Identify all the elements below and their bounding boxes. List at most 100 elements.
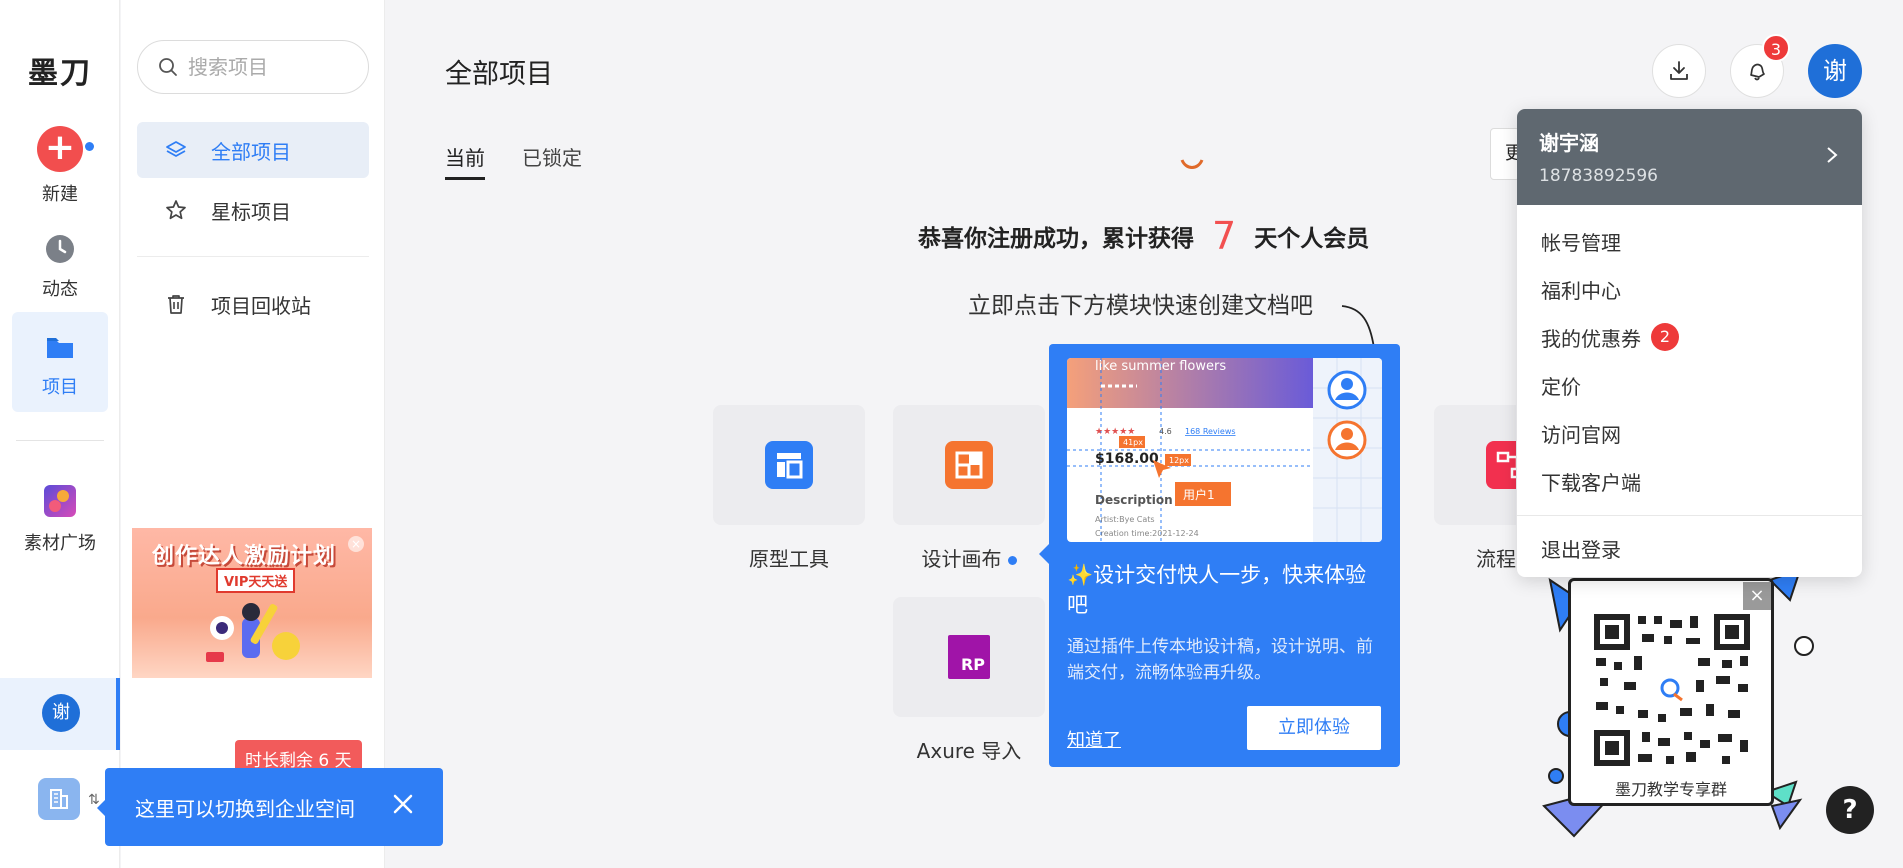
toast-text: 这里可以切换到企业空间 xyxy=(135,796,355,821)
tool-flow-label: 流程 xyxy=(1476,547,1516,571)
tool-flow[interactable]: 流程 xyxy=(1434,405,1516,572)
activity-label: 动态 xyxy=(42,279,78,300)
nav-all-projects[interactable]: 全部项目 xyxy=(137,122,369,178)
menu-coupons-label: 我的优惠券 xyxy=(1541,326,1641,351)
menu-logout[interactable]: 退出登录 xyxy=(1517,524,1862,572)
search-input[interactable] xyxy=(188,55,348,79)
user-avatar[interactable]: 谢 xyxy=(1808,44,1862,98)
menu-account-management[interactable]: 帐号管理 xyxy=(1517,217,1862,265)
preview-description-head: Description xyxy=(1095,493,1173,507)
popup-try-now-button[interactable]: 立即体验 xyxy=(1247,706,1381,750)
help-button[interactable]: ? xyxy=(1826,786,1874,834)
nav-starred-projects[interactable]: 星标项目 xyxy=(137,182,369,238)
tool-axure-label: Axure 导入 xyxy=(916,739,1022,763)
tool-flow-card xyxy=(1434,405,1516,525)
menu-visit-website[interactable]: 访问官网 xyxy=(1517,409,1862,457)
close-icon[interactable] xyxy=(389,790,417,818)
tab-locked[interactable]: 已锁定 xyxy=(522,142,582,177)
page-title: 全部项目 xyxy=(445,59,553,90)
bell-icon xyxy=(1750,63,1765,81)
svg-text:★★★★★: ★★★★★ xyxy=(1095,427,1135,437)
tool-new-dot xyxy=(1007,556,1017,565)
hint-curve-line xyxy=(1341,305,1375,349)
preview-reviews: 168 Reviews xyxy=(1185,427,1236,436)
layers-icon xyxy=(166,141,186,157)
projects-label: 项目 xyxy=(42,377,78,398)
rail-divider xyxy=(16,440,104,441)
menu-website-label: 访问官网 xyxy=(1541,422,1621,447)
building-icon[interactable] xyxy=(38,778,80,820)
preview-price: $168.00 xyxy=(1095,451,1159,467)
chevron-right-icon xyxy=(1827,147,1838,163)
tool-prototype[interactable]: 原型工具 xyxy=(713,405,865,572)
preview-created: Creation time:2021-12-24 xyxy=(1095,529,1199,538)
new-button[interactable]: + 新建 xyxy=(12,126,108,206)
banner-tag: VIP天天送 xyxy=(216,568,296,593)
rail-item-assets[interactable]: 素材广场 xyxy=(12,484,108,555)
tool-design-card xyxy=(893,405,1045,525)
download-button[interactable] xyxy=(1652,44,1706,98)
tool-axure-card: RP xyxy=(893,597,1045,717)
sidebar-divider xyxy=(137,256,369,257)
banner-title: 创作达人激励计划 xyxy=(152,544,337,569)
feature-preview-image: like summer flowers ★★★★★ 4.6 168 Review… xyxy=(1067,358,1382,542)
rail-item-activity[interactable]: 动态 xyxy=(12,234,108,301)
search-box[interactable] xyxy=(137,40,369,94)
prototype-icon xyxy=(765,441,813,489)
user-profile-header[interactable]: 谢宇涵 18783892596 xyxy=(1517,109,1862,205)
promo-banner[interactable]: 创作达人激励计划 VIP天天送 × xyxy=(132,528,372,678)
folder-icon xyxy=(47,338,73,358)
clock-icon xyxy=(46,235,74,263)
qr-close-button[interactable]: × xyxy=(1743,582,1771,610)
banner-close-icon[interactable]: × xyxy=(348,536,364,552)
preview-dim1: 41px xyxy=(1123,438,1143,447)
rail-item-projects[interactable]: 项目 xyxy=(12,312,108,412)
download-icon xyxy=(1670,61,1688,80)
nav-recycle-label: 项目回收站 xyxy=(211,293,311,318)
popup-dismiss-link[interactable]: 知道了 xyxy=(1067,726,1121,752)
banner-illustration xyxy=(206,603,300,662)
user-phone: 18783892596 xyxy=(1539,166,1658,186)
menu-my-coupons[interactable]: 我的优惠券 2 xyxy=(1517,313,1862,361)
congrats-message: 恭喜你注册成功，累计获得 7 天个人会员 xyxy=(918,214,1369,258)
menu-pricing[interactable]: 定价 xyxy=(1517,361,1862,409)
feature-preview-illustration: like summer flowers ★★★★★ 4.6 168 Review… xyxy=(1067,358,1382,542)
menu-download-client[interactable]: 下载客户端 xyxy=(1517,457,1862,505)
tool-prototype-card xyxy=(713,405,865,525)
nav-recycle-bin[interactable]: 项目回收站 xyxy=(137,276,369,332)
menu-benefits-center[interactable]: 福利中心 xyxy=(1517,265,1862,313)
nav-all-projects-label: 全部项目 xyxy=(211,139,291,164)
flow-icon xyxy=(1486,441,1516,489)
star-icon xyxy=(166,200,186,220)
axure-rp-text: RP xyxy=(960,654,986,674)
project-sidebar: 全部项目 星标项目 项目回收站 创作达人激励计划 VIP天天送 × 时长剩余 6… xyxy=(121,0,385,868)
menu-pricing-label: 定价 xyxy=(1541,374,1581,399)
menu-logout-label: 退出登录 xyxy=(1541,537,1621,562)
enterprise-switch-toast: 这里可以切换到企业空间 xyxy=(97,768,443,846)
tool-design-label-text: 设计画布 xyxy=(921,547,1002,571)
assets-icon xyxy=(44,485,76,517)
tab-current[interactable]: 当前 xyxy=(445,142,485,180)
tool-design-canvas[interactable]: 设计画布 xyxy=(893,405,1045,572)
menu-download-label: 下载客户端 xyxy=(1541,470,1641,495)
more-button[interactable]: 更 xyxy=(1490,128,1520,180)
congrats-prefix: 恭喜你注册成功，累计获得 xyxy=(918,226,1194,252)
new-label: 新建 xyxy=(42,184,78,205)
create-hint: 立即点击下方模块快速创建文档吧 xyxy=(968,293,1313,319)
user-avatar-small[interactable]: 谢 xyxy=(42,694,80,732)
preview-dim2: 12px xyxy=(1169,456,1189,465)
congrats-days: 7 xyxy=(1212,214,1237,258)
tool-prototype-label: 原型工具 xyxy=(749,547,829,571)
trash-icon xyxy=(168,295,184,314)
preview-headline: like summer flowers xyxy=(1095,359,1226,374)
menu-account-label: 帐号管理 xyxy=(1541,230,1621,255)
tool-design-label: 设计画布 xyxy=(893,543,1045,572)
qr-code-image xyxy=(1594,614,1750,766)
tool-axure-import[interactable]: RP Axure 导入 xyxy=(893,597,1045,764)
assets-label: 素材广场 xyxy=(24,533,96,554)
app-logo[interactable]: 墨刀 xyxy=(28,48,92,92)
search-icon xyxy=(159,58,177,76)
menu-divider xyxy=(1517,515,1862,516)
new-indicator-dot xyxy=(85,142,94,151)
congrats-suffix: 天个人会员 xyxy=(1254,226,1370,252)
